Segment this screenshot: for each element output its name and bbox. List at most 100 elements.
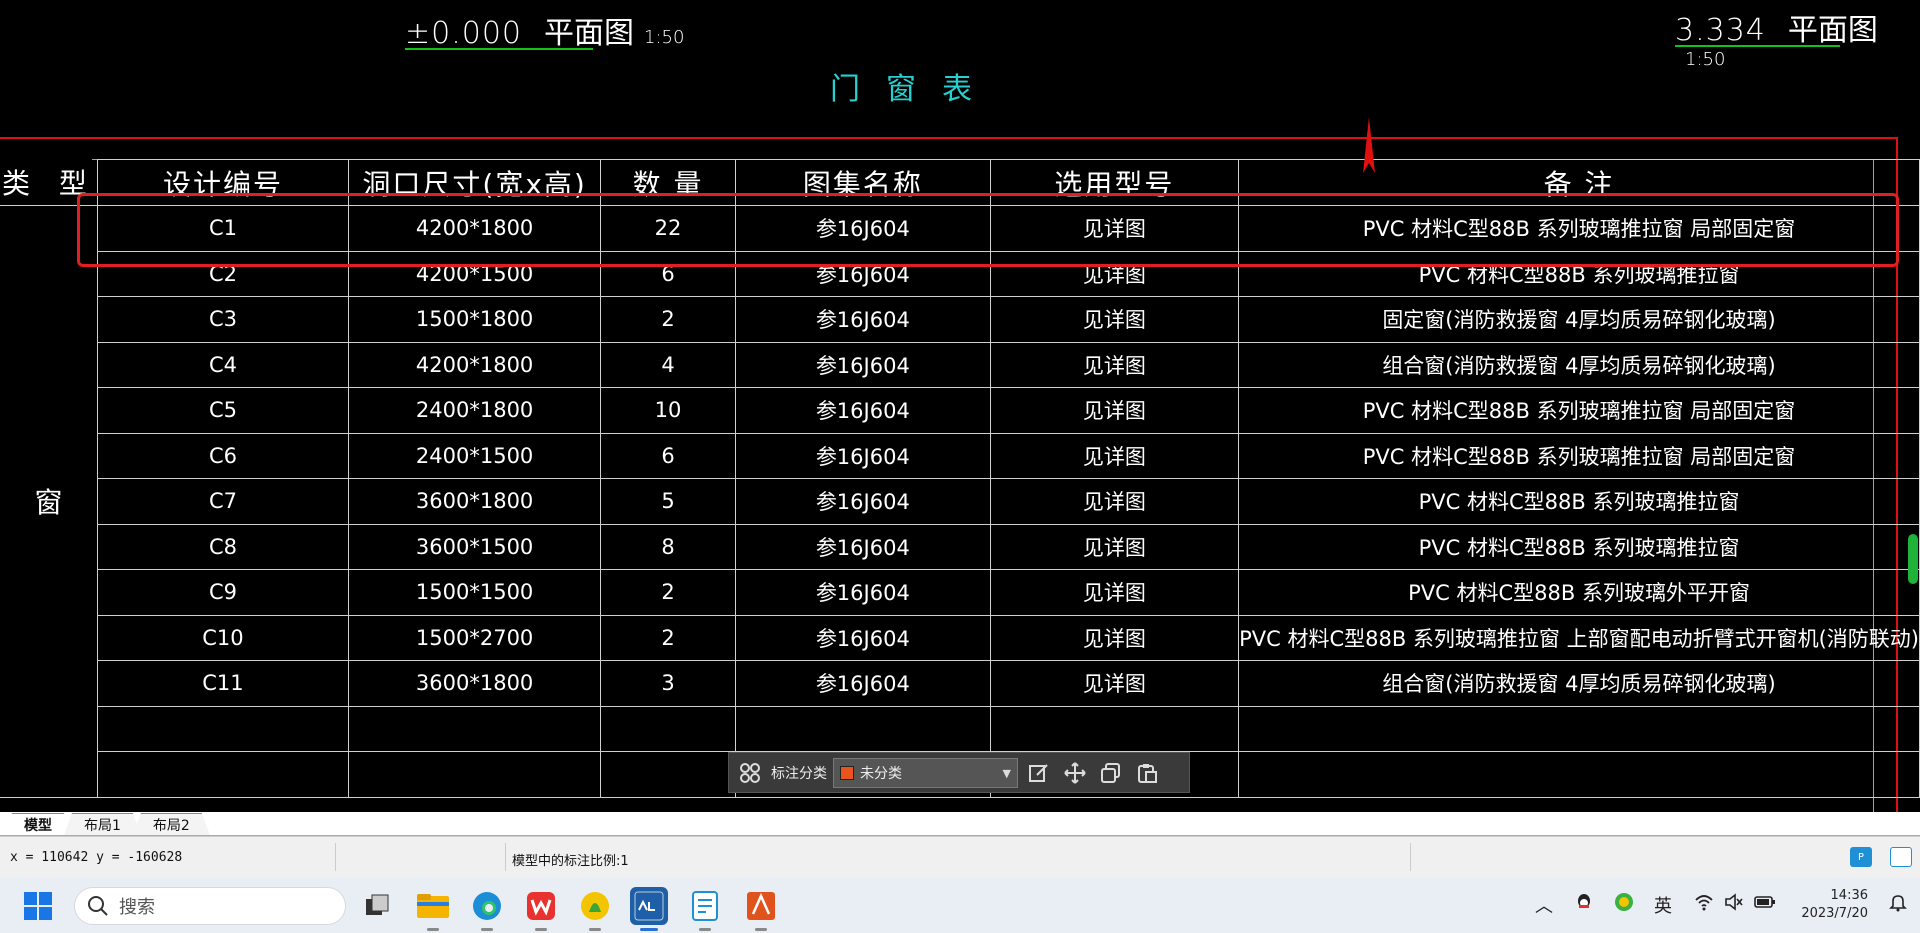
ime-indicator[interactable]: 英 bbox=[1654, 892, 1672, 918]
table-row: C8 3600*1500 8 参16J604 见详图 PVC 材料C型88B 系列玻璃推拉… bbox=[0, 523, 1920, 570]
cell-code: C5 bbox=[96, 387, 350, 434]
app-green-icon[interactable] bbox=[576, 887, 614, 931]
empty-cell bbox=[1238, 751, 1920, 798]
cell-atlas: 参16J604 bbox=[734, 432, 991, 479]
wifi-icon[interactable] bbox=[1694, 892, 1714, 917]
cell-note: 组合窗(消防救援窗 4厚均质易碎钢化玻璃) bbox=[1238, 660, 1920, 707]
cell-qty: 4 bbox=[600, 341, 736, 388]
cell-atlas: 参16J604 bbox=[734, 341, 991, 388]
cell-qty: 2 bbox=[600, 296, 736, 343]
autocad-2017-icon[interactable] bbox=[742, 887, 780, 931]
cad-app-icon[interactable] bbox=[630, 887, 668, 931]
plan-underline-left bbox=[405, 48, 593, 50]
cell-qty: 2 bbox=[600, 569, 736, 616]
pointer-arrow-icon bbox=[1363, 117, 1375, 173]
empty-cell bbox=[734, 705, 991, 752]
cell-qty: 3 bbox=[600, 660, 736, 707]
cell-atlas: 参16J604 bbox=[734, 296, 991, 343]
cell-code: C7 bbox=[96, 478, 350, 525]
cell-code: C4 bbox=[96, 341, 350, 388]
annotation-toolbar: 标注分类 未分类 ▼ bbox=[728, 752, 1190, 793]
table-row: C11 3600*1800 3 参16J604 见详图 组合窗(消防救援窗 4厚均质易碎钢… bbox=[0, 660, 1920, 707]
taskbar-search-box[interactable]: 搜索 bbox=[74, 887, 346, 925]
annotation-category-select[interactable]: 未分类 ▼ bbox=[833, 757, 1018, 788]
cell-size: 2400*1800 bbox=[348, 387, 602, 434]
running-indicator bbox=[699, 928, 711, 931]
table-row: C5 2400*1800 10 参16J604 见详图 PVC 材料C型88B 系列玻璃推… bbox=[0, 387, 1920, 434]
running-indicator bbox=[481, 928, 493, 931]
empty-cell bbox=[96, 751, 350, 798]
cell-model: 见详图 bbox=[989, 387, 1240, 434]
cell-model: 见详图 bbox=[989, 614, 1240, 661]
paste-icon[interactable] bbox=[1132, 758, 1162, 788]
cell-note: PVC 材料C型88B 系列玻璃推拉窗 局部固定窗 bbox=[1238, 432, 1920, 479]
cell-code: C6 bbox=[96, 432, 350, 479]
cell-atlas: 参16J604 bbox=[734, 614, 991, 661]
tab-model[interactable]: 模型 bbox=[4, 813, 72, 835]
table-row-empty bbox=[0, 705, 1920, 752]
wps-office-icon[interactable] bbox=[522, 887, 560, 931]
plan-scale-right: 1:50 bbox=[1685, 49, 1726, 70]
notification-bell-icon[interactable] bbox=[1888, 892, 1908, 917]
cell-note: PVC 材料C型88B 系列玻璃推拉窗 上部窗配电动折臂式开窗机(消防联动) bbox=[1238, 614, 1920, 661]
empty-cell bbox=[1238, 705, 1920, 752]
cell-qty: 5 bbox=[600, 478, 736, 525]
task-view-icon[interactable] bbox=[358, 887, 396, 925]
cell-note: PVC 材料C型88B 系列玻璃外平开窗 bbox=[1238, 569, 1920, 616]
windows-taskbar: 搜索 ︿ 英 14:36 2023/7/20 bbox=[0, 878, 1920, 933]
cell-code: C3 bbox=[96, 296, 350, 343]
plan-label-right: 3.334 平面图 1:50 bbox=[1675, 5, 1920, 70]
empty-cell bbox=[600, 751, 736, 798]
pickbox-icon[interactable]: P bbox=[1850, 847, 1872, 867]
volume-muted-icon[interactable] bbox=[1724, 892, 1744, 917]
search-icon bbox=[88, 896, 108, 916]
clock-date: 2023/7/20 bbox=[1801, 906, 1868, 921]
chevron-up-icon[interactable]: ︿ bbox=[1535, 892, 1553, 918]
annotation-scale-info: 模型中的标注比例:1 bbox=[512, 854, 629, 869]
running-indicator bbox=[427, 928, 439, 931]
file-explorer-icon[interactable] bbox=[414, 887, 452, 931]
cell-atlas: 参16J604 bbox=[734, 387, 991, 434]
edit-icon[interactable] bbox=[1024, 758, 1054, 788]
plan-name-right: 平面图 bbox=[1787, 13, 1878, 48]
empty-cell bbox=[989, 705, 1240, 752]
grid-icon[interactable] bbox=[735, 758, 765, 788]
cell-atlas: 参16J604 bbox=[734, 478, 991, 525]
cell-qty: 10 bbox=[600, 387, 736, 434]
cell-code: C11 bbox=[96, 660, 350, 707]
qq-icon[interactable] bbox=[1574, 892, 1594, 917]
copy-icon[interactable] bbox=[1096, 758, 1126, 788]
battery-icon[interactable] bbox=[1754, 892, 1776, 917]
security-icon[interactable] bbox=[1614, 892, 1634, 917]
table-row: C9 1500*1500 2 参16J604 见详图 PVC 材料C型88B 系列玻璃外平… bbox=[0, 569, 1920, 616]
running-indicator bbox=[589, 928, 601, 931]
plan-name-left: 平面图 bbox=[544, 16, 635, 51]
status-bar: x = 110642 y = -160628 模型中的标注比例:1 P bbox=[0, 836, 1920, 878]
cell-note: 组合窗(消防救援窗 4厚均质易碎钢化玻璃) bbox=[1238, 341, 1920, 388]
status-separator bbox=[335, 843, 336, 871]
move-icon[interactable] bbox=[1060, 758, 1090, 788]
cell-code: C9 bbox=[96, 569, 350, 616]
cad-drawing-canvas[interactable]: ±0.000 平面图 1:50 3.334 平面图1:50 门窗表 类 型 设计编号 … bbox=[0, 0, 1920, 812]
tab-layout2[interactable]: 布局2 bbox=[133, 813, 210, 835]
cell-model: 见详图 bbox=[989, 660, 1240, 707]
window-icon[interactable] bbox=[1890, 847, 1912, 867]
table-row: C4 4200*1800 4 参16J604 见详图 组合窗(消防救援窗 4厚均质易碎钢化… bbox=[0, 341, 1920, 388]
cell-note: PVC 材料C型88B 系列玻璃推拉窗 bbox=[1238, 523, 1920, 570]
cell-model: 见详图 bbox=[989, 296, 1240, 343]
windows-start-icon[interactable] bbox=[24, 892, 52, 920]
cell-note: 固定窗(消防救援窗 4厚均质易碎钢化玻璃) bbox=[1238, 296, 1920, 343]
system-clock[interactable]: 14:36 2023/7/20 bbox=[1801, 887, 1868, 923]
form-app-icon[interactable] bbox=[686, 887, 724, 931]
status-separator bbox=[505, 843, 506, 871]
tab-layout1[interactable]: 布局1 bbox=[64, 813, 141, 835]
edge-browser-icon[interactable] bbox=[468, 887, 506, 931]
plan-label-left: ±0.000 平面图 1:50 bbox=[405, 8, 684, 52]
vertical-scrollbar-thumb[interactable] bbox=[1908, 534, 1918, 584]
layout-tab-strip: 模型 布局1 布局2 bbox=[0, 812, 1920, 836]
annotation-category-value: 未分类 bbox=[860, 765, 902, 782]
cell-atlas: 参16J604 bbox=[734, 523, 991, 570]
table-row: C7 3600*1800 5 参16J604 见详图 PVC 材料C型88B 系列玻璃推拉… bbox=[0, 478, 1920, 525]
plan-elevation-left: ±0.000 bbox=[405, 16, 523, 51]
cell-atlas: 参16J604 bbox=[734, 569, 991, 616]
